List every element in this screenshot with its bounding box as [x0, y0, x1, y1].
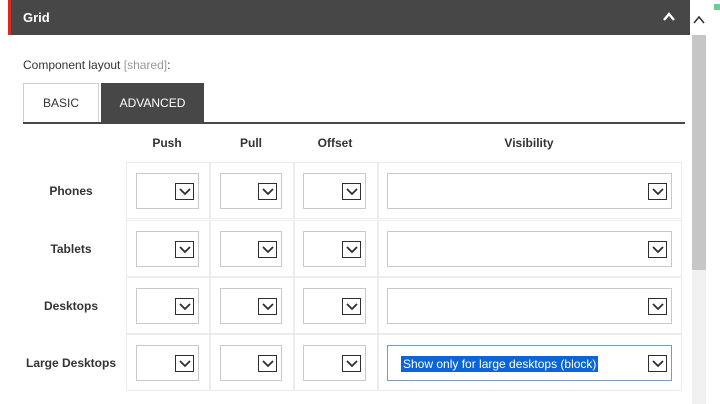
chevron-down-icon[interactable]: [175, 183, 194, 200]
chevron-down-icon[interactable]: [648, 355, 667, 372]
offset-select-phones[interactable]: [303, 173, 366, 209]
chevron-down-icon[interactable]: [258, 298, 277, 315]
column-header-push: Push: [152, 136, 182, 150]
tab-underline: [23, 122, 685, 124]
column-header-visibility: Visibility: [504, 136, 554, 150]
selected-option: Show only for large desktops (block): [401, 356, 599, 372]
push-select-desktops[interactable]: [136, 288, 199, 324]
row-label-phones: Phones: [49, 184, 93, 198]
chevron-down-icon[interactable]: [342, 298, 361, 315]
chevron-down-icon[interactable]: [342, 241, 361, 258]
scroll-up-icon[interactable]: [692, 6, 706, 30]
chevron-down-icon[interactable]: [175, 355, 194, 372]
chevron-up-icon[interactable]: [662, 11, 676, 23]
visibility-select-desktops[interactable]: [387, 288, 672, 324]
offset-select-desktops[interactable]: [303, 288, 366, 324]
chevron-down-icon[interactable]: [648, 241, 667, 258]
push-select-large-desktops[interactable]: [136, 345, 199, 381]
panel-header[interactable]: Grid: [8, 0, 690, 35]
pull-select-tablets[interactable]: [220, 231, 282, 267]
chevron-down-icon[interactable]: [258, 355, 277, 372]
column-header-offset: Offset: [317, 136, 353, 150]
row-label-desktops: Desktops: [43, 299, 99, 313]
scrollbar-thumb[interactable]: [692, 35, 706, 270]
chevron-down-icon[interactable]: [258, 183, 277, 200]
chevron-down-icon[interactable]: [648, 183, 667, 200]
visibility-select-large-desktops[interactable]: Show only for large desktops (block): [387, 345, 672, 381]
chevron-down-icon[interactable]: [258, 241, 277, 258]
chevron-down-icon[interactable]: [342, 183, 361, 200]
offset-select-large-desktops[interactable]: [303, 345, 366, 381]
layout-label-text: Component layout: [23, 58, 124, 72]
chevron-down-icon[interactable]: [175, 241, 194, 258]
visibility-select-phones[interactable]: [387, 173, 672, 209]
push-select-phones[interactable]: [136, 173, 199, 209]
status-indicator: [714, 4, 720, 10]
push-select-tablets[interactable]: [136, 231, 199, 267]
offset-select-tablets[interactable]: [303, 231, 366, 267]
chevron-down-icon[interactable]: [175, 298, 194, 315]
header-accent-bar: [8, 0, 11, 35]
layout-label-suffix: :: [167, 58, 171, 72]
chevron-down-icon[interactable]: [648, 298, 667, 315]
pull-select-desktops[interactable]: [220, 288, 282, 324]
row-label-large-desktops: Large Desktops: [25, 356, 117, 370]
row-label-tablets: Tablets: [50, 242, 92, 256]
shared-tag: [shared]: [123, 58, 168, 72]
pull-select-large-desktops[interactable]: [220, 345, 282, 381]
panel-title: Grid: [23, 10, 50, 25]
tab-advanced[interactable]: ADVANCED: [101, 83, 204, 122]
component-layout-label: Component layout [shared]:: [23, 58, 170, 72]
tab-basic[interactable]: BASIC: [23, 83, 99, 122]
visibility-select-tablets[interactable]: [387, 231, 672, 267]
pull-select-phones[interactable]: [220, 173, 282, 209]
chevron-down-icon[interactable]: [342, 355, 361, 372]
column-header-pull: Pull: [239, 136, 262, 150]
